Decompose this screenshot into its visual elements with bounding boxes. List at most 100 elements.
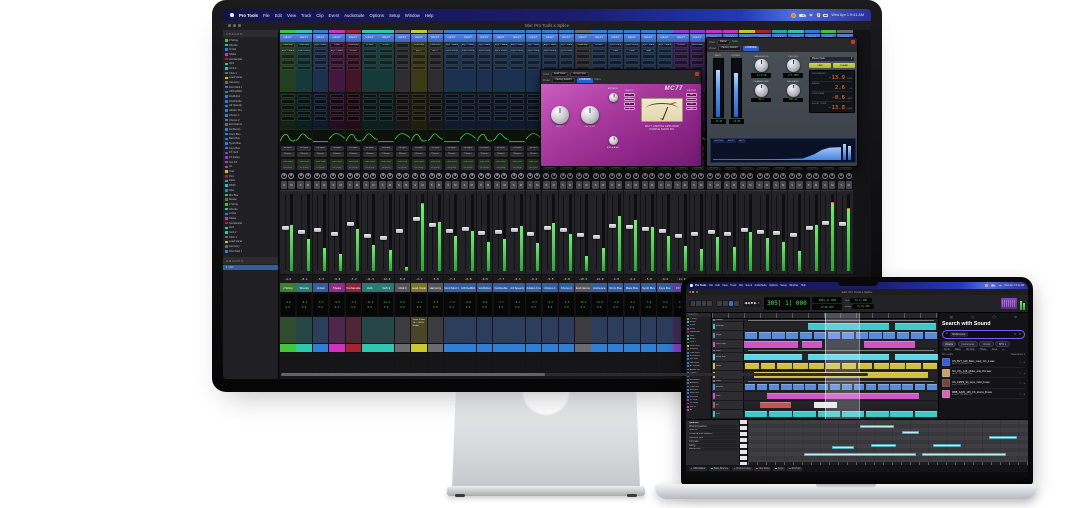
send-slot[interactable] xyxy=(379,93,393,99)
comments-box[interactable] xyxy=(280,317,296,344)
quantize-row[interactable]: Randomize xyxy=(687,447,738,451)
send-slot[interactable] xyxy=(362,110,377,116)
tool-button[interactable] xyxy=(707,301,712,306)
pan-knob[interactable] xyxy=(510,172,517,179)
pan-knob[interactable] xyxy=(501,172,508,179)
add-icon[interactable]: + xyxy=(1023,371,1025,375)
track-header[interactable]: Perc xyxy=(712,392,744,401)
input-selector[interactable]: no input xyxy=(477,145,492,151)
heat-section[interactable]: HEAT xyxy=(280,33,296,42)
menu-help[interactable]: Help xyxy=(801,284,806,287)
fader-cap[interactable] xyxy=(297,230,305,235)
send-slot[interactable] xyxy=(346,116,361,121)
insert-slot[interactable]: D-Verb xyxy=(674,43,688,48)
threshold-knob[interactable] xyxy=(754,59,768,72)
insert-slot[interactable] xyxy=(362,59,377,65)
automation-mode[interactable]: auto read xyxy=(428,158,443,165)
send-slot[interactable] xyxy=(428,116,443,121)
sample-result[interactable]: OS_CMPS_90_keys_mdnt_F.wav keys • 90 BPM … xyxy=(942,378,1025,389)
heat-section[interactable]: HEAT xyxy=(624,33,640,42)
track-name[interactable]: VoxSample xyxy=(345,283,362,293)
pan-knob[interactable] xyxy=(690,172,697,179)
insert-slot[interactable] xyxy=(494,59,508,65)
insert-slot[interactable]: ChanStrip xyxy=(346,43,361,48)
app-menu[interactable]: Pro Tools xyxy=(239,13,258,18)
pan-knob[interactable] xyxy=(313,172,320,179)
audio-clip[interactable] xyxy=(895,323,937,330)
send-slot[interactable] xyxy=(379,104,393,110)
insert-slot[interactable] xyxy=(690,48,705,54)
filter-bpm[interactable]: BPM ▾ xyxy=(995,341,1010,347)
fader-cap[interactable] xyxy=(461,226,469,231)
pan-knob[interactable] xyxy=(796,172,803,179)
fader-cap[interactable] xyxy=(724,231,732,236)
insert-slot[interactable] xyxy=(494,54,508,59)
pan-knob[interactable] xyxy=(559,172,566,179)
send-slot[interactable] xyxy=(526,93,541,99)
fader-cap[interactable] xyxy=(494,229,502,234)
solo-button[interactable]: S xyxy=(838,181,845,190)
track-name[interactable]: Addam Kns xyxy=(525,283,542,293)
insert-slot[interactable] xyxy=(379,65,393,71)
audio-clip[interactable] xyxy=(769,383,780,391)
group-assign[interactable]: no group xyxy=(412,165,426,171)
track-header[interactable]: Bass xyxy=(712,361,744,370)
app-menu[interactable]: Pro Tools xyxy=(695,284,706,287)
comments-box[interactable] xyxy=(394,317,411,344)
preset-selector[interactable]: <factory default> xyxy=(717,45,742,51)
insert-slot[interactable]: ChanStrip xyxy=(412,43,426,48)
comments-box[interactable] xyxy=(361,317,378,344)
search-icon[interactable] xyxy=(816,13,820,17)
send-slot[interactable] xyxy=(477,99,492,104)
insert-slot[interactable]: ChanStrip xyxy=(281,43,295,48)
send-slot[interactable] xyxy=(444,99,459,104)
insert-slot[interactable] xyxy=(494,65,508,71)
window-title-bar[interactable]: Mix: Pro Tools x Splice xyxy=(223,21,871,30)
pan-knob[interactable] xyxy=(468,172,475,179)
solo-button[interactable]: S xyxy=(690,181,698,190)
window-tab[interactable]: FX Print xyxy=(786,466,803,471)
track-header[interactable]: Drums xyxy=(712,383,744,392)
send-slot[interactable] xyxy=(362,93,377,99)
insert-slot[interactable] xyxy=(395,54,410,59)
menu-event[interactable]: Event xyxy=(746,284,752,287)
input-selector[interactable]: no input xyxy=(330,145,344,151)
track-name[interactable]: Lead Vocal xyxy=(411,283,427,293)
insert-slot[interactable] xyxy=(362,54,377,59)
send-slot[interactable] xyxy=(412,93,426,99)
meter-button-gr[interactable]: GR xyxy=(686,93,697,97)
send-slot[interactable] xyxy=(510,93,525,99)
heat-section[interactable]: HEAT xyxy=(476,33,493,42)
comments-box[interactable] xyxy=(312,317,329,344)
insert-slot[interactable] xyxy=(281,59,295,65)
group-assign[interactable]: no group xyxy=(526,165,541,171)
pan-knob[interactable] xyxy=(346,172,353,179)
insert-slot[interactable] xyxy=(412,59,426,65)
mute-button[interactable]: M xyxy=(648,181,656,190)
group-assign[interactable]: no group xyxy=(444,165,459,171)
audio-clip[interactable] xyxy=(866,410,889,418)
fader-cap[interactable] xyxy=(658,228,666,233)
fader-cap[interactable] xyxy=(576,233,584,238)
attack-knob[interactable] xyxy=(609,93,618,102)
send-slot[interactable] xyxy=(297,104,311,110)
send-slot[interactable] xyxy=(494,93,508,99)
solo-button[interactable]: S xyxy=(330,181,337,190)
audio-clip[interactable] xyxy=(890,410,913,418)
input-selector[interactable]: no input xyxy=(362,145,377,151)
insert-slot[interactable] xyxy=(297,54,311,59)
fader-cap[interactable] xyxy=(347,222,355,227)
insert-slot[interactable] xyxy=(281,65,295,71)
send-slot[interactable] xyxy=(346,93,361,99)
pan-knob[interactable] xyxy=(435,172,442,179)
track-list-item[interactable]: Dont Mod 1 xyxy=(223,249,278,254)
menu-view[interactable]: View xyxy=(287,13,296,18)
menu-options[interactable]: Options xyxy=(769,284,778,287)
mute-button[interactable]: M xyxy=(288,181,295,190)
send-slot[interactable] xyxy=(395,93,410,99)
send-slot[interactable] xyxy=(494,110,508,116)
automation-mode[interactable]: auto read xyxy=(346,158,361,165)
track-name[interactable]: Shaka xyxy=(329,283,345,293)
insert-slot[interactable] xyxy=(412,65,426,71)
main-counter[interactable]: 305| 1| 000 xyxy=(763,297,810,310)
